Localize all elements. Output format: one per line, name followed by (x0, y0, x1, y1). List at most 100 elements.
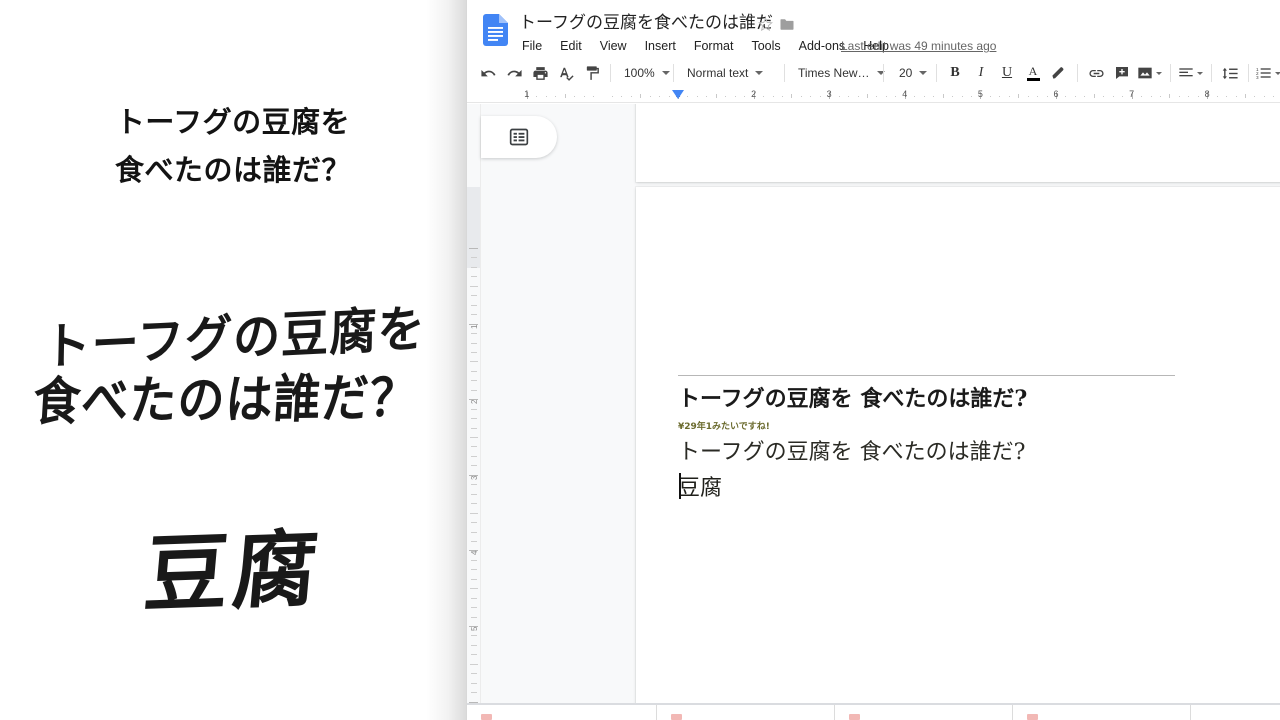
menu-tools[interactable]: Tools (742, 36, 789, 56)
ruler-tick (1103, 96, 1105, 97)
document-paragraph-1[interactable]: トーフグの豆腐を 食べたのは誰だ? (678, 436, 1025, 470)
numbered-list-icon[interactable]: 123 (1254, 60, 1280, 86)
insert-link-icon[interactable] (1083, 60, 1109, 86)
toolbar-divider (1248, 64, 1249, 82)
ruler-tick (471, 644, 477, 646)
ruler-tick (471, 418, 477, 420)
ruler-tick (914, 96, 916, 97)
ruler-tick (471, 484, 477, 486)
ruler-tick (471, 503, 477, 505)
menu-edit[interactable]: Edit (551, 36, 591, 56)
zoom-level-selector[interactable]: 100% (616, 61, 670, 85)
svg-text:3: 3 (1256, 75, 1259, 80)
favicon-icon (481, 714, 492, 720)
paragraph-2-text-wrap: 豆腐 (678, 472, 722, 506)
ruler-tick (772, 96, 774, 97)
ruler-tick (1027, 96, 1029, 97)
chevron-down-icon (661, 71, 670, 75)
add-comment-icon[interactable] (1109, 60, 1135, 86)
document-title[interactable]: トーフグの豆腐を食べたのは誰だ (519, 12, 773, 34)
zoom-level-value: 100% (624, 66, 655, 80)
screen: トーフグの豆腐を 食べたのは誰だ？ トーフグの豆腐を 食べたのは誰だ？ 豆腐 ト… (0, 0, 1280, 720)
tab-peek[interactable] (657, 705, 835, 720)
ruler-label: 4 (902, 89, 908, 99)
left-indent-marker[interactable] (672, 90, 684, 99)
spellcheck-icon[interactable] (553, 60, 579, 86)
ruler-tick (470, 512, 478, 514)
text-cursor (679, 473, 681, 499)
ruler-tick (471, 531, 477, 533)
last-edit-status[interactable]: Last edit was 49 minutes ago (841, 36, 996, 56)
ruler-tick (848, 96, 850, 97)
horizontal-ruler[interactable]: 112345678 (467, 88, 1280, 103)
folder-icon[interactable] (779, 18, 795, 31)
ruler-tick (470, 361, 478, 363)
ruler-tick (471, 389, 477, 391)
font-family-selector[interactable]: Times New… (790, 61, 885, 85)
ruler-label: 5 (977, 89, 983, 99)
ruler-tick (1037, 96, 1039, 97)
bold-button[interactable]: B (942, 60, 968, 86)
italic-button[interactable]: I (968, 60, 994, 86)
font-family-value: Times New… (798, 66, 870, 80)
line-spacing-icon[interactable] (1217, 60, 1243, 86)
paint-format-icon[interactable] (579, 60, 605, 86)
ruler-tick (744, 96, 746, 97)
undo-icon[interactable] (475, 60, 501, 86)
document-heading[interactable]: トーフグの豆腐を 食べたのは誰だ? (678, 384, 1027, 414)
ruler-tick (1046, 96, 1048, 97)
document-canvas[interactable]: 1 2 3 4 5 トーフグの豆腐を 食べたのは誰だ? ¥29年1みたいですね! トーフ… (467, 104, 1280, 704)
ruler-tick (1216, 96, 1218, 97)
ruler-tick (1122, 96, 1124, 97)
paragraph-style-selector[interactable]: Normal text (679, 61, 779, 85)
ruler-tick (545, 96, 547, 97)
ruler-tick (1235, 96, 1237, 97)
document-page[interactable]: トーフグの豆腐を 食べたのは誰だ? ¥29年1みたいですね! トーフグの豆腐を … (636, 187, 1280, 704)
ruler-tick (1178, 96, 1180, 97)
tab-peek[interactable] (467, 705, 657, 720)
document-outline-button[interactable] (481, 116, 557, 158)
align-left-icon[interactable] (1176, 60, 1206, 86)
insert-image-icon[interactable] (1135, 60, 1165, 86)
tab-peek[interactable] (1191, 705, 1280, 720)
tab-peek[interactable] (835, 705, 1013, 720)
ruler-tick (725, 96, 727, 97)
menu-view[interactable]: View (591, 36, 636, 56)
reference-heading-line2: 食べたのは誰だ？ (114, 153, 351, 187)
google-docs-icon (483, 14, 508, 46)
ruler-tick (471, 370, 477, 372)
font-size-selector[interactable]: 20 (889, 61, 931, 85)
ruler-tick (687, 96, 689, 97)
ruler-tick (470, 437, 478, 438)
ruler-tick (1074, 96, 1076, 97)
document-paragraph-2[interactable]: 豆腐 (678, 472, 722, 506)
ruler-tick (471, 380, 477, 382)
star-outline-icon[interactable] (757, 16, 773, 33)
redo-icon[interactable] (501, 60, 527, 86)
menu-file[interactable]: File (517, 36, 551, 56)
ruler-tick (857, 96, 859, 97)
ruler-tick (471, 692, 477, 694)
font-size-value: 20 (899, 66, 913, 80)
toolbar-divider (673, 64, 674, 82)
ruler-label: 2 (751, 89, 757, 99)
ruler-label: 7 (1129, 89, 1135, 99)
tab-peek[interactable] (1013, 705, 1191, 720)
ruler-tick (781, 96, 783, 97)
ruler-tick (471, 597, 477, 599)
menu-format[interactable]: Format (685, 36, 743, 56)
ruler-tick (471, 522, 477, 524)
menu-insert[interactable]: Insert (636, 36, 685, 56)
ruler-tick (471, 304, 477, 306)
underline-button[interactable]: U (994, 60, 1020, 86)
highlight-pen-icon[interactable] (1046, 60, 1072, 86)
vertical-ruler[interactable]: 1 2 3 4 5 (467, 104, 481, 704)
ruler-tick (471, 295, 477, 297)
print-icon[interactable] (527, 60, 553, 86)
ruler-tick (1065, 96, 1067, 97)
text-color-button[interactable]: A (1020, 60, 1046, 86)
document-note-text[interactable]: ¥29年1みたいですね! (678, 420, 770, 434)
ruler-label: 5 (470, 626, 479, 631)
ruler-tick (471, 333, 477, 335)
ruler-tick (1273, 96, 1275, 97)
